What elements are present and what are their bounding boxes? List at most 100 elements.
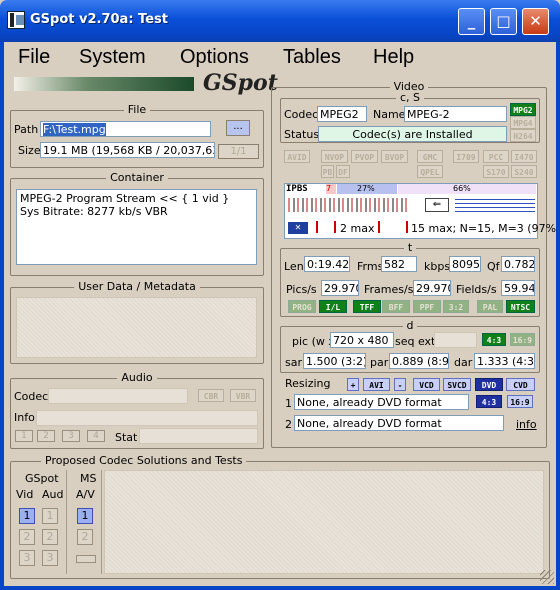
aud-button-2[interactable]: 2 <box>42 529 58 545</box>
resize-16-9-tag: 16:9 <box>507 395 533 408</box>
resize-minus-button[interactable]: - <box>394 378 406 391</box>
col-separator <box>66 470 67 574</box>
flag-gmc: GMC <box>417 150 443 163</box>
flag-pb: PB <box>321 165 334 178</box>
kbps-field: 8095 <box>449 256 481 272</box>
browse-button[interactable]: ... <box>226 120 250 136</box>
prog-tag: PROG <box>288 300 316 313</box>
file-group-title: File <box>123 103 151 116</box>
gop-letters: IPBS <box>286 184 308 194</box>
flag-i470: I470 <box>511 150 537 163</box>
path-field[interactable]: F:\Test.mpg <box>43 123 106 136</box>
part-indicator: 1/1 <box>218 144 259 159</box>
maximize-button[interactable]: □ <box>490 8 517 35</box>
qf-label: Qf <box>487 260 500 273</box>
minimize-button[interactable]: _ <box>458 8 485 35</box>
window-title: GSpot v2.70a: Test <box>30 12 168 27</box>
bframe-marker-icon <box>316 221 336 233</box>
title-bar[interactable]: GSpot v2.70a: Test _ □ ✕ <box>0 0 560 42</box>
container-line: MPEG-2 Program Stream << { 1 vid } <box>20 192 230 205</box>
resize-vcd-button[interactable]: VCD <box>413 378 440 391</box>
dar-field: 1.333 (4:3) <box>474 353 535 369</box>
flag-pcc: PCC <box>483 150 509 163</box>
audio-button-3[interactable]: 3 <box>62 430 80 442</box>
ms-slot <box>76 555 96 563</box>
frms-label: Frms <box>357 260 384 273</box>
proposed-results-box <box>104 470 544 574</box>
pics-label: Pics/s <box>286 283 317 296</box>
seq-ar-16-9-tag: 16:9 <box>510 333 535 346</box>
dar-label: dar <box>454 356 473 369</box>
vid-button-3[interactable]: 3 <box>19 550 35 566</box>
size-label: Size <box>18 144 41 157</box>
resize-avi-button[interactable]: AVI <box>363 378 390 391</box>
t-subgroup-title: t <box>403 241 417 254</box>
audio-button-4[interactable]: 4 <box>87 430 105 442</box>
sar-field: 1.500 (3:2) <box>303 353 366 369</box>
kbps-label: kbps <box>424 260 451 273</box>
gop-arrow-icon: ⇐ <box>425 198 449 212</box>
menu-options[interactable]: Options <box>180 46 249 69</box>
video-name-field: MPEG-2 <box>404 106 507 122</box>
proposed-group-title: Proposed Codec Solutions and Tests <box>41 454 247 467</box>
aud-button-1[interactable]: 1 <box>42 508 58 524</box>
video-codec-label: Codec <box>284 108 319 121</box>
bff-tag: BFF <box>382 300 410 313</box>
seq-ext-field <box>434 332 477 348</box>
video-status-field: Codec(s) are Installed <box>318 126 507 142</box>
vid-button-1[interactable]: 1 <box>19 508 35 524</box>
vid-button-2[interactable]: 2 <box>19 529 35 545</box>
resize-row-1-field: None, already DVD format <box>294 394 469 410</box>
resize-row-1-num: 1 <box>285 397 292 410</box>
resize-row-2-field: None, already DVD format <box>294 415 504 431</box>
col-separator <box>101 470 102 574</box>
bframe-text: 2 max <box>340 222 375 235</box>
gop-pct1: 27% <box>337 184 397 194</box>
aud-col-label: Aud <box>42 488 64 501</box>
ms-button-1[interactable]: 1 <box>77 508 93 524</box>
flag-avid: AVID <box>284 150 310 163</box>
aud-button-3[interactable]: 3 <box>42 550 58 566</box>
iframe-text: 15 max; N=15, M=3 (97% <box>411 222 557 235</box>
mpg2-tag: MPG2 <box>510 103 536 116</box>
audio-button-2[interactable]: 2 <box>37 430 55 442</box>
seq-ar-4-3-tag: 4:3 <box>482 333 506 346</box>
fields-label: Fields/s <box>456 283 497 296</box>
container-group-title: Container <box>106 171 168 184</box>
info-link[interactable]: info <box>516 418 537 431</box>
audio-stat-field <box>139 428 258 444</box>
resize-plus-button[interactable]: + <box>347 378 359 391</box>
pic-field: 720 x 480 <box>330 332 394 348</box>
close-button[interactable]: ✕ <box>522 8 549 35</box>
size-field: 19.1 MB (19,568 KB / 20,037,632 b <box>40 142 215 158</box>
menu-help[interactable]: Help <box>373 46 414 69</box>
menu-bar: File System Options Tables Help <box>4 42 556 72</box>
flag-s170: S170 <box>483 165 509 178</box>
seq-ext-label: seq ext <box>395 335 436 348</box>
ms-button-2[interactable]: 2 <box>77 529 93 545</box>
gop-pct2: 66% <box>398 184 536 194</box>
audio-codec-field <box>48 388 188 404</box>
resize-grip-icon[interactable] <box>540 570 554 584</box>
resizing-label: Resizing <box>285 377 331 390</box>
progress-strip <box>14 77 194 91</box>
gspot-logo: GSpot <box>203 70 278 96</box>
window-border-right <box>556 42 560 590</box>
path-label: Path <box>14 123 39 136</box>
resize-dvd-button[interactable]: DVD <box>475 378 503 391</box>
ntsc-tag: NTSC <box>506 300 535 313</box>
ppf-tag: PPF <box>413 300 441 313</box>
audio-info-field <box>36 410 258 426</box>
fields-field: 59.94 <box>501 280 535 296</box>
tff-tag: TFF <box>353 300 381 313</box>
audio-button-1[interactable]: 1 <box>15 430 33 442</box>
menu-system[interactable]: System <box>79 46 146 69</box>
menu-tables[interactable]: Tables <box>283 46 341 69</box>
frames-label: Frames/s <box>364 283 414 296</box>
video-codec-field: MPEG2 <box>317 106 367 122</box>
menu-file[interactable]: File <box>18 46 50 69</box>
cs-subgroup-title: c, S <box>395 91 425 104</box>
resize-svcd-button[interactable]: SVCD <box>443 378 471 391</box>
resize-cvd-button[interactable]: CVD <box>506 378 535 391</box>
av-col-label: A/V <box>76 488 95 501</box>
